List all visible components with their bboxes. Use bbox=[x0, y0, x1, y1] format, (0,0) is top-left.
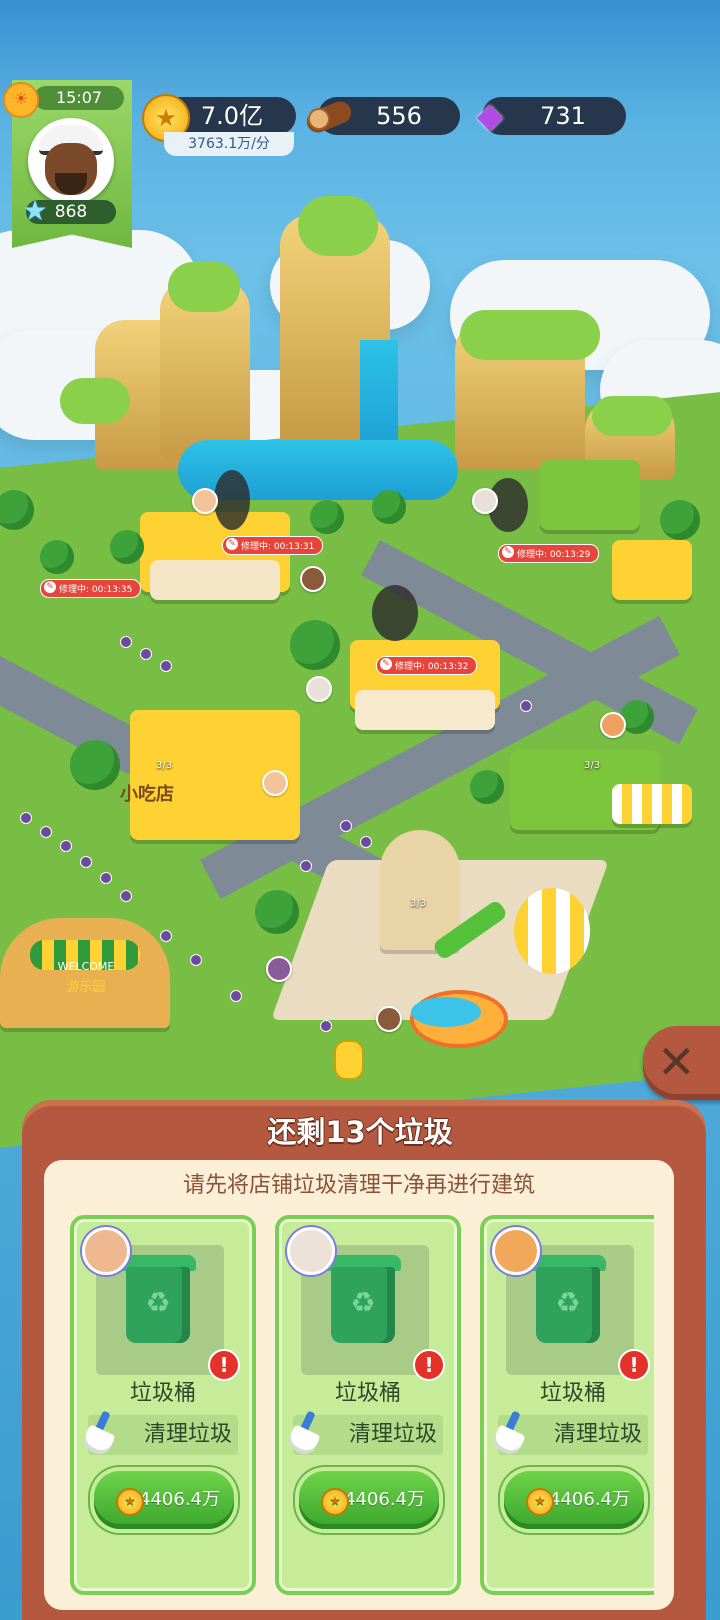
capacity-count: 3/3 bbox=[584, 760, 601, 771]
palm-tree bbox=[372, 490, 406, 524]
pool-water bbox=[411, 997, 481, 1027]
building-facade bbox=[355, 690, 495, 730]
broom-icon bbox=[78, 1409, 120, 1458]
palm-tree bbox=[290, 620, 340, 670]
building-house[interactable] bbox=[612, 540, 692, 600]
customer bbox=[80, 856, 92, 868]
banana-mascot[interactable] bbox=[334, 1040, 364, 1080]
smoke bbox=[214, 470, 250, 530]
customer bbox=[300, 860, 312, 872]
close-button[interactable]: ✕ bbox=[643, 1026, 720, 1100]
broom-icon bbox=[488, 1409, 530, 1458]
clean-cost-button[interactable]: ★ 4406.4万 bbox=[94, 1471, 234, 1529]
customer bbox=[140, 648, 152, 660]
capacity-count: 3/3 bbox=[410, 898, 427, 909]
customer bbox=[230, 990, 242, 1002]
panel-title: 还剩13个垃圾 bbox=[267, 1115, 453, 1149]
player-avatar[interactable] bbox=[28, 118, 114, 204]
customer bbox=[20, 812, 32, 824]
repair-timer[interactable]: ✎ 修理中: 00:13:32 bbox=[376, 656, 478, 675]
trash-name: 垃圾桶 bbox=[334, 1381, 401, 1406]
clean-cost-button[interactable]: ★ 4406.4万 bbox=[504, 1471, 644, 1529]
customer bbox=[360, 836, 372, 848]
recycle-icon: ♻ bbox=[555, 1286, 581, 1319]
wrench-icon: ✎ bbox=[226, 538, 238, 550]
tree bbox=[660, 500, 700, 540]
repair-timer[interactable]: ✎ 修理中: 00:13:29 bbox=[498, 544, 600, 563]
mountain-top bbox=[168, 262, 240, 312]
card-scroller[interactable]: ♻ ! 垃圾桶 清理垃圾 ★ 4406.4万 ♻ ! 垃圾桶 清理垃圾 ★ 44… bbox=[44, 1210, 654, 1600]
palm-tree bbox=[470, 770, 504, 804]
customer bbox=[520, 700, 532, 712]
staff-face-icon bbox=[82, 1227, 130, 1275]
trash-card[interactable]: ♻ ! 垃圾桶 清理垃圾 ★ 4406.4万 bbox=[275, 1215, 461, 1595]
staff-avatar[interactable] bbox=[306, 676, 332, 702]
repair-timer[interactable]: ✎ 修理中: 00:13:35 bbox=[40, 579, 142, 598]
customer bbox=[340, 820, 352, 832]
recycle-icon: ♻ bbox=[350, 1286, 376, 1319]
coin-rate: 3763.1万/分 bbox=[164, 132, 294, 156]
palm-tree bbox=[70, 740, 120, 790]
coin-icon: ★ bbox=[321, 1488, 349, 1516]
coin-icon: ★ bbox=[116, 1488, 144, 1516]
staff-avatar[interactable] bbox=[472, 488, 498, 514]
wrench-icon: ✎ bbox=[380, 658, 392, 670]
smoke bbox=[372, 585, 418, 641]
broom-icon bbox=[283, 1409, 325, 1458]
building-facade bbox=[150, 560, 280, 600]
gate-sign-bottom: 游乐园 bbox=[66, 980, 106, 995]
wrench-icon: ✎ bbox=[44, 581, 56, 593]
staff-avatar[interactable] bbox=[192, 488, 218, 514]
star-icon: ★ bbox=[22, 194, 48, 227]
close-icon: ✕ bbox=[657, 1035, 696, 1089]
palm-tree bbox=[110, 530, 144, 564]
staff-avatar[interactable] bbox=[262, 770, 288, 796]
customer bbox=[40, 826, 52, 838]
trash-card[interactable]: ♻ ! 垃圾桶 清理垃圾 ★ 4406.4万 bbox=[70, 1215, 256, 1595]
shop-sign: 小吃店 bbox=[120, 784, 174, 805]
waterfall bbox=[360, 340, 398, 450]
gem-icon: ◆ bbox=[476, 96, 504, 136]
staff-face-icon bbox=[492, 1227, 540, 1275]
panel-subtitle: 请先将店铺垃圾清理干净再进行建筑 bbox=[182, 1173, 535, 1198]
mountain-top bbox=[592, 396, 672, 436]
customer bbox=[60, 840, 72, 852]
wrench-icon: ✎ bbox=[502, 546, 514, 558]
customer bbox=[160, 930, 172, 942]
clean-cost-button[interactable]: ★ 4406.4万 bbox=[299, 1471, 439, 1529]
alert-icon: ! bbox=[413, 1349, 445, 1381]
customer bbox=[100, 872, 112, 884]
hot-air-balloon[interactable] bbox=[514, 888, 590, 974]
repair-timer[interactable]: ✎ 修理中: 00:13:31 bbox=[222, 536, 324, 555]
capacity-count: 3/3 bbox=[156, 760, 173, 771]
customer bbox=[120, 636, 132, 648]
mountain-top bbox=[60, 378, 130, 424]
alert-icon: ! bbox=[208, 1349, 240, 1381]
wood-log-icon bbox=[303, 94, 355, 138]
staff-avatar[interactable] bbox=[376, 1006, 402, 1032]
customer bbox=[160, 660, 172, 672]
staff-avatar[interactable] bbox=[600, 712, 626, 738]
customer bbox=[320, 1020, 332, 1032]
staff-avatar[interactable] bbox=[266, 956, 292, 982]
customer bbox=[120, 890, 132, 902]
palm-tree bbox=[40, 540, 74, 574]
game-clock: 15:07 bbox=[34, 86, 124, 110]
shop-awning bbox=[612, 784, 692, 824]
staff-face-icon bbox=[287, 1227, 335, 1275]
recycle-icon: ♻ bbox=[145, 1286, 171, 1319]
coin-icon: ★ bbox=[526, 1488, 554, 1516]
staff-avatar[interactable] bbox=[300, 566, 326, 592]
trash-card[interactable]: ♻ ! 垃圾桶 清理垃圾 ★ 4406.4万 bbox=[480, 1215, 654, 1595]
building-house[interactable] bbox=[540, 460, 640, 530]
mountain-top bbox=[460, 310, 600, 360]
customer bbox=[190, 954, 202, 966]
palm-tree bbox=[255, 890, 299, 934]
sun-icon: ☀ bbox=[3, 82, 39, 118]
alert-icon: ! bbox=[618, 1349, 650, 1381]
mountain-top bbox=[298, 196, 378, 256]
trash-name: 垃圾桶 bbox=[129, 1381, 196, 1406]
palm-tree bbox=[310, 500, 344, 534]
trash-name: 垃圾桶 bbox=[539, 1381, 606, 1406]
